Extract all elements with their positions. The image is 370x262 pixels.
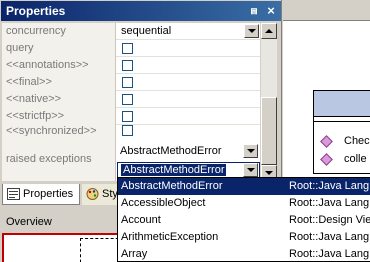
dropdown-item-path: Root::Design Vie — [289, 214, 370, 226]
properties-icon — [7, 188, 20, 200]
class-compartment-divider — [314, 121, 370, 122]
raised-exception-value: AbstractMethodError — [120, 145, 222, 157]
dropdown-item-name: ArithmeticException — [121, 231, 219, 243]
property-row-raised-exceptions[interactable]: raised exceptions AbstractMethodError Ab… — [2, 136, 260, 181]
overview-title: Overview — [6, 216, 52, 228]
dropdown-item-path: Root::Java Lang: — [289, 197, 370, 209]
raised-exception-value: AbstractMethodError — [121, 164, 227, 176]
property-name: <<native>> — [2, 91, 116, 108]
tab-styles[interactable]: Sty — [82, 184, 122, 205]
chevron-down-icon[interactable] — [243, 163, 258, 177]
property-name: concurrency — [2, 23, 116, 40]
dropdown-item-path: Root::Java Lang: — [289, 180, 370, 192]
pin-icon[interactable]: ⩎ — [247, 4, 261, 18]
dropdown-item-name: Account — [121, 214, 161, 226]
dropdown-item[interactable]: AccessibleObject Root::Java Lang: — [118, 195, 370, 212]
exception-dropdown-list[interactable]: AbstractMethodError Root::Java Lang: Acc… — [117, 177, 370, 262]
dropdown-item-name: AbstractMethodError — [121, 180, 223, 192]
chevron-down-icon[interactable] — [244, 24, 259, 38]
diagram-divider — [283, 20, 370, 21]
property-name: <<annotations>> — [2, 57, 116, 74]
property-scrollbar[interactable] — [261, 23, 277, 181]
native-checkbox[interactable] — [122, 94, 133, 105]
property-name: raised exceptions — [2, 136, 116, 181]
dropdown-item-path: Root::Java Lang: — [289, 248, 370, 260]
property-name: <<synchronized>> — [2, 125, 116, 136]
property-row-annotations[interactable]: <<annotations>> — [2, 57, 260, 74]
chevron-down-icon[interactable] — [243, 144, 258, 158]
dropdown-item-name: Array — [121, 248, 148, 260]
class-header — [314, 91, 370, 117]
dropdown-item[interactable]: AbstractMethodError Root::Java Lang: — [118, 178, 370, 195]
scroll-up-icon[interactable] — [261, 23, 277, 39]
diagram-toolbar — [283, 0, 370, 20]
property-name: <<strictfp>> — [2, 108, 116, 125]
tab-label: Sty — [102, 188, 118, 200]
raised-exception-combo[interactable]: AbstractMethodError — [117, 144, 260, 160]
property-name: query — [2, 40, 116, 57]
tab-properties[interactable]: Properties — [2, 184, 80, 205]
strictfp-checkbox[interactable] — [122, 111, 133, 122]
class-element[interactable]: Chec colle — [313, 90, 370, 174]
scroll-thumb[interactable] — [261, 97, 277, 165]
final-checkbox[interactable] — [122, 77, 133, 88]
property-name: <<final>> — [2, 74, 116, 91]
combo-value: sequential — [121, 25, 172, 37]
raised-exception-combo-active[interactable]: AbstractMethodError — [117, 162, 260, 178]
property-row-final[interactable]: <<final>> — [2, 74, 260, 91]
panel-title: Properties — [6, 4, 66, 18]
concurrency-combo[interactable]: sequential — [117, 23, 260, 40]
property-row-concurrency[interactable]: concurrency sequential — [2, 23, 260, 40]
dropdown-item[interactable]: Array Root::Java Lang: — [118, 246, 370, 262]
property-row-synchronized[interactable]: <<synchronized>> — [2, 125, 260, 136]
annotations-checkbox[interactable] — [122, 60, 133, 71]
property-row-strictfp[interactable]: <<strictfp>> — [2, 108, 260, 125]
tab-label: Properties — [23, 188, 74, 200]
close-icon[interactable]: × — [264, 4, 278, 18]
operation-icon — [320, 135, 333, 148]
dropdown-item-path: Root::Java Lang: — [289, 231, 370, 243]
dropdown-item[interactable]: ArithmeticException Root::Java Lang: — [118, 229, 370, 246]
styles-icon — [86, 188, 99, 200]
synchronized-checkbox[interactable] — [122, 125, 133, 136]
query-checkbox[interactable] — [122, 43, 133, 54]
member-label: Chec — [344, 135, 370, 147]
dropdown-item-name: AccessibleObject — [121, 197, 206, 209]
dropdown-item[interactable]: Account Root::Design Vie — [118, 212, 370, 229]
operation-icon — [320, 153, 333, 166]
panel-titlebar: Properties ⩎ × — [1, 1, 281, 21]
property-grid: concurrency sequential query <<annotatio… — [2, 23, 260, 181]
property-row-query[interactable]: query — [2, 40, 260, 57]
member-label: colle — [344, 153, 367, 165]
property-row-native[interactable]: <<native>> — [2, 91, 260, 108]
